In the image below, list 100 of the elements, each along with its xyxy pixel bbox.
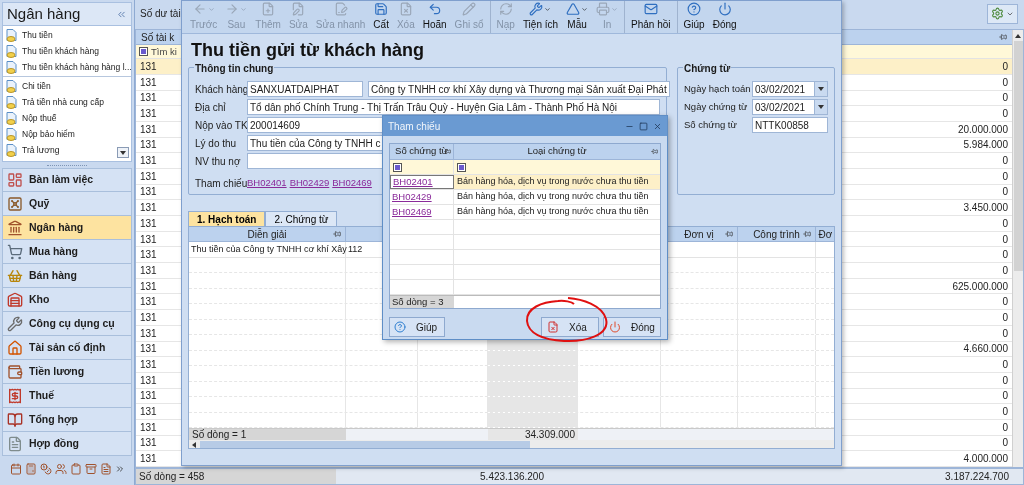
column-header[interactable]: Loại chứng từ xyxy=(454,144,660,159)
field-label: Ngày hạch toán xyxy=(684,81,752,96)
toolbar-button[interactable]: Cất xyxy=(369,1,393,33)
calendar-icon[interactable] xyxy=(9,463,22,475)
input-field[interactable]: Tổ dân phố Chính Trung - Thị Trấn Trâu Quỳ - Huyện Gia Lâm - Thành Phố Hà Nội xyxy=(247,99,660,115)
document-icon[interactable] xyxy=(99,463,112,475)
module-button[interactable]: Hợp đồng xyxy=(2,432,132,456)
more-icon[interactable] xyxy=(114,464,125,474)
document-coin-icon xyxy=(6,143,18,157)
module-button[interactable]: Bán hàng xyxy=(2,264,132,288)
row-count: Số dòng = 1 xyxy=(189,429,346,440)
clipboard-icon[interactable] xyxy=(69,463,82,475)
reference-link[interactable]: BH02401 xyxy=(247,175,287,191)
table-cell-text: 131 xyxy=(140,201,157,216)
table-cell-text: 0 xyxy=(1002,91,1008,106)
help-icon xyxy=(394,321,406,333)
toolbar-button[interactable]: Đóng xyxy=(708,1,741,33)
power-icon xyxy=(717,2,732,16)
column-header[interactable]: Đơ xyxy=(816,227,834,241)
field-label: Tham chiếu xyxy=(195,176,247,191)
module-button[interactable]: Mua hàng xyxy=(2,240,132,264)
column-header[interactable]: Diễn giải xyxy=(189,227,346,241)
close-icon[interactable] xyxy=(653,121,662,131)
table-cell-text: 131 xyxy=(140,342,157,357)
module-button[interactable]: Tổng hợp xyxy=(2,408,132,432)
tab[interactable]: 2. Chứng từ xyxy=(265,211,338,226)
module-button[interactable]: Công cụ dụng cụ xyxy=(2,312,132,336)
tab[interactable]: 1. Hạch toán xyxy=(188,211,266,226)
sidebar-item[interactable]: Nộp thuế xyxy=(3,110,131,126)
module-button[interactable]: Tài sản cố định xyxy=(2,336,132,360)
toolbar-button[interactable]: Tiện ích xyxy=(518,1,563,33)
dialog-button[interactable]: Đóng xyxy=(603,317,661,337)
pin-icon[interactable] xyxy=(999,33,1007,42)
module-button[interactable]: Thuế xyxy=(2,384,132,408)
date-field[interactable]: 03/02/2021 xyxy=(752,99,828,115)
wallet-icon xyxy=(7,363,23,380)
table-cell-text: 0 xyxy=(1002,358,1008,373)
toolbar-button[interactable]: Giúp xyxy=(679,1,709,33)
table-cell-text: 0 xyxy=(1002,185,1008,200)
dialog-button[interactable]: Xóa xyxy=(541,317,599,337)
table-cell-text: 131 xyxy=(140,326,157,341)
sidebar-item[interactable]: Thu tiền khách hàng xyxy=(3,43,131,59)
table-row[interactable]: BH02401 Bán hàng hóa, dịch vụ trong nước chưa thu tiền xyxy=(390,175,660,190)
scroll-down-button[interactable] xyxy=(117,147,129,158)
sidebar-item[interactable]: Thu tiền khách hàng hàng l... xyxy=(3,59,131,75)
house-icon xyxy=(7,339,23,356)
module-button[interactable]: Kho xyxy=(2,288,132,312)
toolbar-button[interactable]: Mẫu xyxy=(562,1,593,33)
module-button[interactable]: Tiền lương xyxy=(2,360,132,384)
group-title: Thông tin chung xyxy=(194,61,275,76)
table-cell-text: 0 xyxy=(1002,295,1008,310)
pin-icon[interactable] xyxy=(333,230,341,238)
table-cell-text: 0 xyxy=(1002,232,1008,247)
calculator-icon[interactable] xyxy=(24,463,37,475)
input-field[interactable]: SANXUATDAIPHAT xyxy=(247,81,363,97)
coins-icon[interactable] xyxy=(39,463,52,475)
settings-button[interactable] xyxy=(987,3,1018,24)
column-header[interactable]: Công trình xyxy=(738,227,816,241)
pin-icon[interactable] xyxy=(803,230,811,238)
sidebar-item[interactable]: Chi tiền xyxy=(3,78,131,94)
table-cell-text: 0 xyxy=(1002,373,1008,388)
horizontal-scrollbar[interactable] xyxy=(189,440,834,448)
reference-link[interactable]: BH02429 xyxy=(289,175,330,191)
sidebar-item[interactable]: Trả lương xyxy=(3,142,131,158)
module-button[interactable]: Ngân hàng xyxy=(2,216,132,240)
triangle-icon xyxy=(566,2,581,16)
table-cell-text: 0 xyxy=(1002,263,1008,278)
toolbar-button[interactable]: Hoãn xyxy=(418,1,451,33)
table-row[interactable]: BH02469 Bán hàng hóa, dịch vụ trong nước chưa thu tiền xyxy=(390,205,660,220)
sidebar-item[interactable]: Thu tiền xyxy=(3,27,131,43)
group-title: Chứng từ xyxy=(683,61,732,76)
input-field[interactable]: NTTK00858 xyxy=(752,117,828,133)
vertical-scrollbar[interactable] xyxy=(1012,30,1023,467)
users-icon[interactable] xyxy=(54,463,67,475)
table-cell-text: 3.450.000 xyxy=(963,201,1008,216)
sidebar-item[interactable]: Nộp bảo hiểm xyxy=(3,126,131,142)
column-header[interactable]: Số chứng từ xyxy=(390,144,454,159)
form-title: Thu tiền gửi từ khách hàng xyxy=(191,38,425,62)
save-icon xyxy=(374,2,389,16)
module-button[interactable]: Bàn làm việc xyxy=(2,168,132,192)
table-cell-text: 4.660.000 xyxy=(963,342,1008,357)
document-link[interactable]: BH02429 xyxy=(392,189,432,205)
input-field[interactable]: Công ty TNHH cơ khí Xây dựng và Thương mại Sản xuất Đại Phát xyxy=(368,81,670,97)
filter-icon[interactable] xyxy=(393,162,402,172)
filter-field[interactable]: Tìm ki xyxy=(151,44,177,59)
table-cell-text: 131 xyxy=(140,169,157,184)
filter-icon[interactable] xyxy=(139,47,148,57)
module-button[interactable]: Quỹ xyxy=(2,192,132,216)
reference-link[interactable]: BH02469 xyxy=(332,175,372,191)
pin-icon[interactable] xyxy=(725,230,733,238)
table-row[interactable]: BH02429 Bán hàng hóa, dịch vụ trong nước chưa thu tiền xyxy=(390,190,660,205)
table-cell-text: 0 xyxy=(1002,59,1008,74)
document-link[interactable]: BH02469 xyxy=(392,204,432,220)
sidebar-item[interactable]: Trả tiền nhà cung cấp xyxy=(3,94,131,110)
archive-icon[interactable] xyxy=(84,463,97,475)
filter-icon[interactable] xyxy=(457,162,466,172)
date-field[interactable]: 03/02/2021 xyxy=(752,81,828,97)
dialog-button[interactable]: Giúp xyxy=(389,317,445,337)
maximize-icon[interactable] xyxy=(639,121,648,131)
toolbar-button[interactable]: Phản hồi xyxy=(627,1,675,33)
